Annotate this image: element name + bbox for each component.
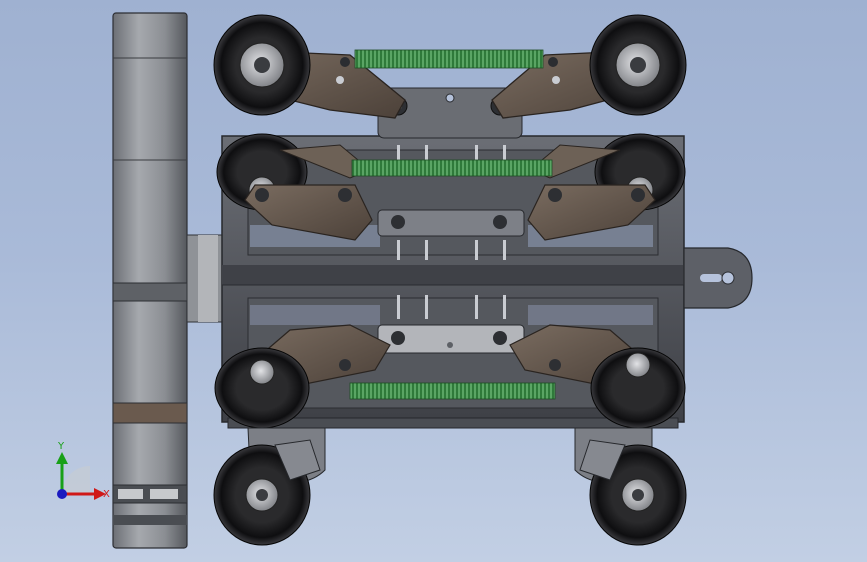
model-canvas[interactable]: Y X xyxy=(0,0,867,562)
mid-upper-spring[interactable] xyxy=(351,159,553,177)
top-spring[interactable] xyxy=(354,49,544,69)
mid-upper-plate[interactable] xyxy=(377,209,525,237)
mid-lower-plate[interactable] xyxy=(377,324,525,354)
coordinate-triad xyxy=(56,452,106,500)
upper-left-wheel[interactable] xyxy=(213,14,311,116)
tow-lug[interactable] xyxy=(683,247,753,309)
triad-x-label: X xyxy=(103,489,110,500)
side-hub xyxy=(186,234,223,323)
lower-right-wheel[interactable] xyxy=(590,347,686,429)
triad-y-label: Y xyxy=(57,441,65,452)
lower-left-wheel[interactable] xyxy=(214,347,310,429)
side-roller[interactable] xyxy=(112,12,188,549)
bottom-left-caster[interactable] xyxy=(213,427,326,546)
upper-right-wheel[interactable] xyxy=(589,14,687,116)
lower-spring[interactable] xyxy=(349,382,556,400)
bottom-right-caster[interactable] xyxy=(574,427,687,546)
graphics-viewport[interactable]: Y X xyxy=(0,0,867,562)
